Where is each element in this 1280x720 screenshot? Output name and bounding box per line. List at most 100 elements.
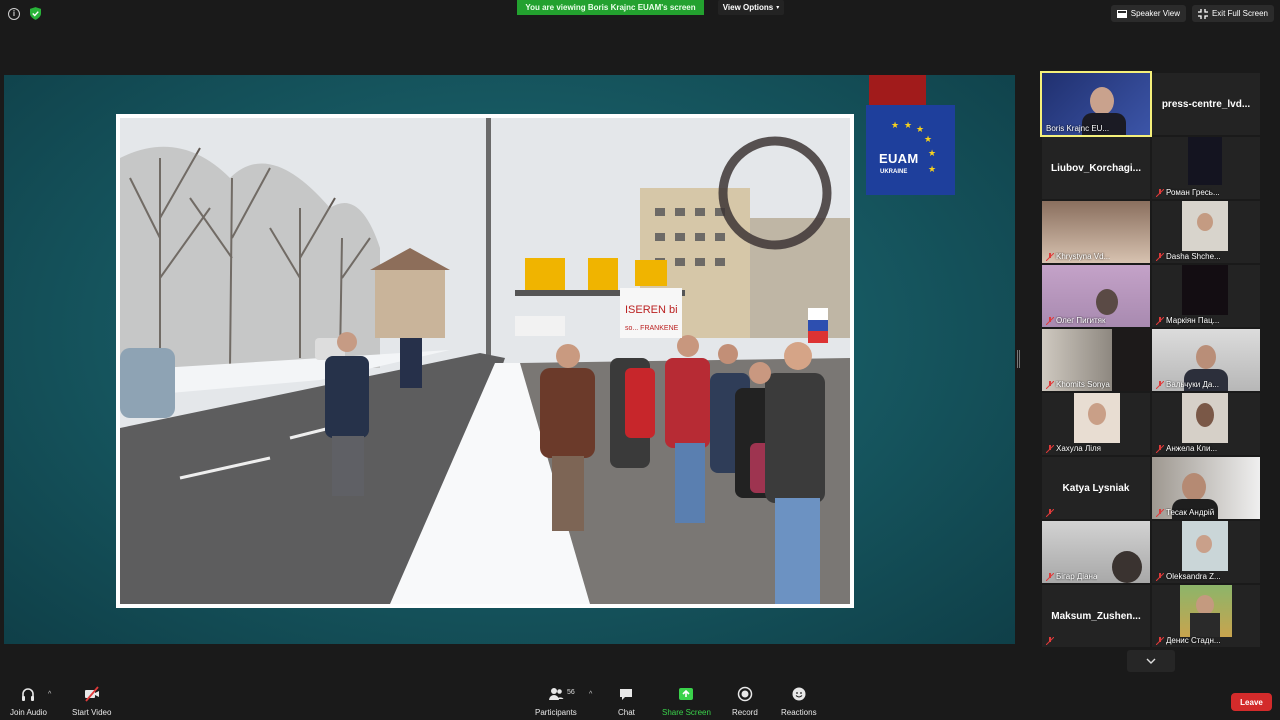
view-options-label: View Options [722, 3, 774, 12]
speaker-view-label: Speaker View [1130, 9, 1180, 18]
record-icon [737, 686, 753, 702]
protest-banner-text: so... FRANKENE [625, 325, 679, 332]
view-options-button[interactable]: View Options ▾ [718, 0, 784, 15]
participant-name: Liubov_Korchagi... [1050, 162, 1141, 174]
participant-tile[interactable]: Тесак Андрій [1152, 457, 1260, 519]
start-video-label: Start Video [72, 708, 112, 717]
mic-muted-icon [1156, 316, 1164, 325]
top-left-icons: i [8, 7, 41, 20]
street-scene-image: ISEREN bi so... FRANKENE [120, 118, 850, 604]
participant-tile[interactable]: Вальчуки Да... [1152, 329, 1260, 391]
participant-tile[interactable]: Хахула Ліля [1042, 393, 1150, 455]
share-screen-label: Share Screen [662, 708, 711, 717]
shared-screen[interactable]: ISEREN bi so... FRANKENE ★ ★ ★ ★ ★ ★ EUA… [4, 75, 1015, 644]
participant-name: Khrystyna Vd... [1056, 252, 1111, 261]
protest-sign-text: ISEREN bi [625, 304, 678, 316]
chat-icon [620, 689, 633, 700]
participant-tile[interactable]: Роман Гресь... [1152, 137, 1260, 199]
euam-logo-title: EUAM [879, 151, 919, 166]
participant-name: Katya Lysniak [1062, 482, 1130, 494]
speaker-view-button[interactable]: Speaker View [1110, 5, 1186, 22]
exit-full-screen-icon [1197, 8, 1208, 19]
viewing-screen-banner: You are viewing Boris Krajnc EUAM's scre… [517, 0, 704, 15]
participants-icon [548, 688, 564, 700]
participant-name: Boris Krajnc EU... [1046, 124, 1110, 133]
video-off-icon [84, 686, 99, 702]
mic-muted-icon [1046, 572, 1054, 581]
red-header-block [869, 75, 926, 105]
participant-name: Денис Стадн... [1166, 636, 1221, 645]
share-screen-icon [679, 688, 694, 700]
speaker-view-icon [1116, 9, 1127, 18]
participant-name: Роман Гресь... [1166, 188, 1220, 197]
participant-name: Бігар Діана [1056, 572, 1098, 581]
participants-caret-icon[interactable]: ^ [589, 691, 592, 698]
participant-name: Олег Пигитяк [1056, 316, 1106, 325]
mic-muted-icon [1046, 637, 1054, 645]
info-icon[interactable]: i [8, 7, 20, 20]
record-label: Record [732, 708, 758, 717]
chevron-down-icon [1146, 658, 1156, 664]
gallery-next-page-button[interactable] [1127, 650, 1175, 672]
mic-muted-icon [1046, 444, 1054, 453]
chat-label: Chat [618, 708, 635, 717]
mic-muted-icon [1156, 636, 1164, 645]
participants-label: Participants [535, 708, 577, 717]
mic-muted-icon [1046, 316, 1054, 325]
participant-name: Маркіян Пац... [1166, 316, 1220, 325]
euam-logo: ★ ★ ★ ★ ★ ★ EUAM UKRAINE [866, 105, 955, 195]
mic-muted-icon [1156, 508, 1164, 517]
participant-tile[interactable]: Boris Krajnc EU... [1040, 71, 1152, 137]
mic-muted-icon [1156, 380, 1164, 389]
participant-name: Тесак Андрій [1166, 508, 1215, 517]
participant-name: Вальчуки Да... [1166, 380, 1219, 389]
participant-name: Khomits Sonya [1056, 380, 1110, 389]
mic-muted-icon [1156, 444, 1164, 453]
chevron-down-icon: ▾ [776, 5, 780, 11]
participant-tile[interactable]: Katya Lysniak [1042, 457, 1150, 519]
reactions-button[interactable]: Reactions [781, 686, 817, 717]
participant-tile[interactable]: Khomits Sonya [1042, 329, 1150, 391]
participant-tile[interactable]: Анжела Кли... [1152, 393, 1260, 455]
participant-name: Maksum_Zushen... [1051, 610, 1141, 622]
exit-full-screen-label: Exit Full Screen [1211, 9, 1268, 18]
mic-muted-icon [1046, 509, 1054, 517]
leave-button[interactable]: Leave [1231, 693, 1272, 711]
mic-muted-icon [1046, 252, 1054, 261]
euam-logo-subtitle: UKRAINE [880, 169, 908, 175]
participant-tile[interactable]: Dasha Shche... [1152, 201, 1260, 263]
record-button[interactable]: Record [732, 686, 758, 717]
presentation-photo-frame: ISEREN bi so... FRANKENE [116, 114, 854, 608]
participant-tile[interactable]: press-centre_lvd... [1152, 73, 1260, 135]
top-right-controls: Speaker View Exit Full Screen [1110, 5, 1274, 22]
join-audio-label: Join Audio [10, 708, 47, 717]
participant-name: press-centre_lvd... [1161, 98, 1251, 110]
reactions-label: Reactions [781, 708, 817, 717]
participant-tile[interactable]: Маркіян Пац... [1152, 265, 1260, 327]
meeting-toolbar: Join Audio ^ Start Video Participants 56… [0, 682, 1280, 720]
chat-button[interactable]: Chat [618, 686, 635, 717]
start-video-button[interactable]: Start Video [72, 686, 111, 717]
participant-tile[interactable]: Khrystyna Vd... [1042, 201, 1150, 263]
participant-tile[interactable]: Олег Пигитяк [1042, 265, 1150, 327]
participants-count: 56 [567, 689, 575, 696]
protest-march-photo: ISEREN bi so... FRANKENE [120, 118, 850, 604]
join-audio-button[interactable]: Join Audio [10, 686, 47, 717]
participant-tile[interactable]: Денис Стадн... [1152, 585, 1260, 647]
participant-tile[interactable]: Бігар Діана [1042, 521, 1150, 583]
share-screen-button[interactable]: Share Screen [662, 686, 711, 717]
zoom-window: i You are viewing Boris Krajnc EUAM's sc… [0, 0, 1280, 720]
mic-muted-icon [1156, 188, 1164, 197]
participant-name: Хахула Ліля [1056, 444, 1101, 453]
participant-tile[interactable]: Oleksandra Z... [1152, 521, 1260, 583]
exit-full-screen-button[interactable]: Exit Full Screen [1191, 5, 1274, 22]
audio-options-caret-icon[interactable]: ^ [48, 691, 51, 698]
participant-name: Dasha Shche... [1166, 252, 1221, 261]
participant-tile[interactable]: Liubov_Korchagi... [1042, 137, 1150, 199]
participant-tile[interactable]: Maksum_Zushen... [1042, 585, 1150, 647]
headphones-icon [22, 688, 35, 701]
mic-muted-icon [1156, 572, 1164, 581]
mic-muted-icon [1156, 252, 1164, 261]
resize-handle[interactable] [1017, 350, 1020, 368]
shield-check-icon[interactable] [30, 7, 41, 20]
